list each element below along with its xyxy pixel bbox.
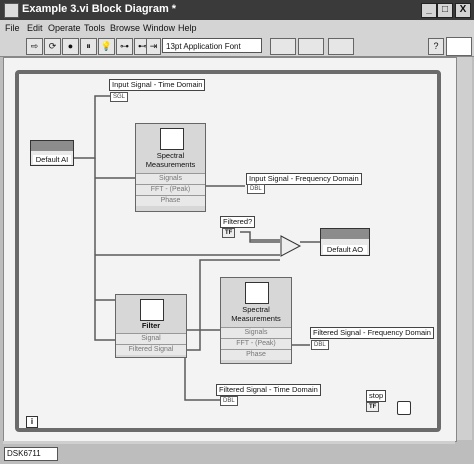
daq-icon <box>321 229 369 239</box>
terminal-signal[interactable]: Signal <box>116 333 186 344</box>
help-button[interactable]: ? <box>428 38 444 55</box>
terminal-fft-peak[interactable]: FFT - (Peak) <box>136 184 205 195</box>
default-ai-express-vi[interactable]: Default AI <box>30 140 74 166</box>
step-out-icon[interactable]: ⇥ <box>146 38 161 55</box>
menu-edit[interactable]: Edit <box>27 23 43 33</box>
label-stop: stop <box>366 390 387 402</box>
menu-operate[interactable]: Operate <box>48 23 81 33</box>
pause-icon[interactable]: ⏸ <box>80 38 97 55</box>
terminal-signals[interactable]: Signals <box>136 173 205 184</box>
font-select[interactable]: 13pt Application Font <box>162 38 262 53</box>
spectral-measurements-2-name: Spectral Measurements <box>231 305 281 323</box>
while-loop-frame[interactable] <box>15 70 441 432</box>
label-filtered-signal-time: Filtered Signal - Time Domain <box>216 384 321 396</box>
terminal-signals[interactable]: Signals <box>221 327 291 338</box>
maximize-button[interactable]: □ <box>437 3 453 18</box>
align-objects-dropdown[interactable] <box>270 38 296 55</box>
status-bar: DSK6711 <box>0 444 474 464</box>
default-ai-label: Default AI <box>33 155 71 164</box>
menu-help[interactable]: Help <box>178 23 197 33</box>
fft-icon <box>245 282 269 304</box>
window-title: Example 3.vi Block Diagram * <box>22 3 177 15</box>
filter-icon <box>140 299 164 321</box>
default-ao-express-vi[interactable]: Default AO <box>320 228 370 256</box>
menu-bar: File Edit Operate Tools Browse Window He… <box>0 20 474 37</box>
label-filtered-signal-freq: Filtered Signal - Frequency Domain <box>310 327 434 339</box>
spectral-measurements-1-name: Spectral Measurements <box>145 151 196 169</box>
daq-icon <box>31 141 73 151</box>
terminal-input-signal-time[interactable]: SGL <box>110 92 129 102</box>
filter-name: Filter <box>141 321 161 330</box>
distribute-objects-dropdown[interactable] <box>298 38 324 55</box>
terminal-filtered-signal[interactable]: Filtered Signal <box>116 344 186 355</box>
menu-browse[interactable]: Browse <box>110 23 140 33</box>
step-into-icon[interactable]: ⊶ <box>116 38 133 55</box>
title-bar: Example 3.vi Block Diagram * _ □ X <box>0 0 474 20</box>
spectral-measurements-1[interactable]: Spectral Measurements Signals FFT - (Pea… <box>135 123 206 212</box>
fft-icon <box>159 128 184 150</box>
highlight-execution-icon[interactable]: 💡 <box>98 38 115 55</box>
terminal-fft-peak[interactable]: FFT - (Peak) <box>221 338 291 349</box>
default-ao-label: Default AO <box>323 245 367 254</box>
reorder-dropdown[interactable] <box>328 38 354 55</box>
terminal-phase[interactable]: Phase <box>136 195 205 206</box>
terminal-input-signal-freq[interactable]: DBL <box>247 184 265 194</box>
menu-window[interactable]: Window <box>143 23 175 33</box>
labview-app-icon[interactable] <box>4 3 19 18</box>
menu-file[interactable]: File <box>5 23 20 33</box>
filter-express-vi[interactable]: Filter Signal Filtered Signal <box>115 294 187 358</box>
terminal-stop[interactable]: TF <box>366 402 380 412</box>
label-filtered: Filtered? <box>220 216 256 228</box>
abort-icon[interactable]: ● <box>62 38 79 55</box>
menu-tools[interactable]: Tools <box>84 23 105 33</box>
close-button[interactable]: X <box>455 3 471 18</box>
loop-condition-icon[interactable] <box>397 401 411 415</box>
terminal-filtered-signal-freq[interactable]: DBL <box>311 340 329 350</box>
terminal-filtered[interactable]: TF <box>222 228 236 238</box>
run-icon[interactable]: ⇨ <box>26 38 43 55</box>
run-continuously-icon[interactable]: ⟳ <box>44 38 61 55</box>
terminal-filtered-signal-time[interactable]: DBL <box>220 396 238 406</box>
vertical-scrollbar[interactable] <box>456 57 472 440</box>
terminal-phase[interactable]: Phase <box>221 349 291 360</box>
label-input-signal-time: Input Signal - Time Domain <box>109 79 206 91</box>
target-indicator: DSK6711 <box>4 447 58 461</box>
minimize-button[interactable]: _ <box>421 3 437 18</box>
vi-icon[interactable] <box>446 37 472 56</box>
spectral-measurements-2[interactable]: Spectral Measurements Signals FFT - (Pea… <box>220 277 292 364</box>
toolbar: ⇨ ⟳ ● ⏸ 💡 ⊶ ⊷ ⇥ 13pt Application Font ? <box>0 36 474 57</box>
iteration-terminal[interactable]: i <box>26 416 38 428</box>
